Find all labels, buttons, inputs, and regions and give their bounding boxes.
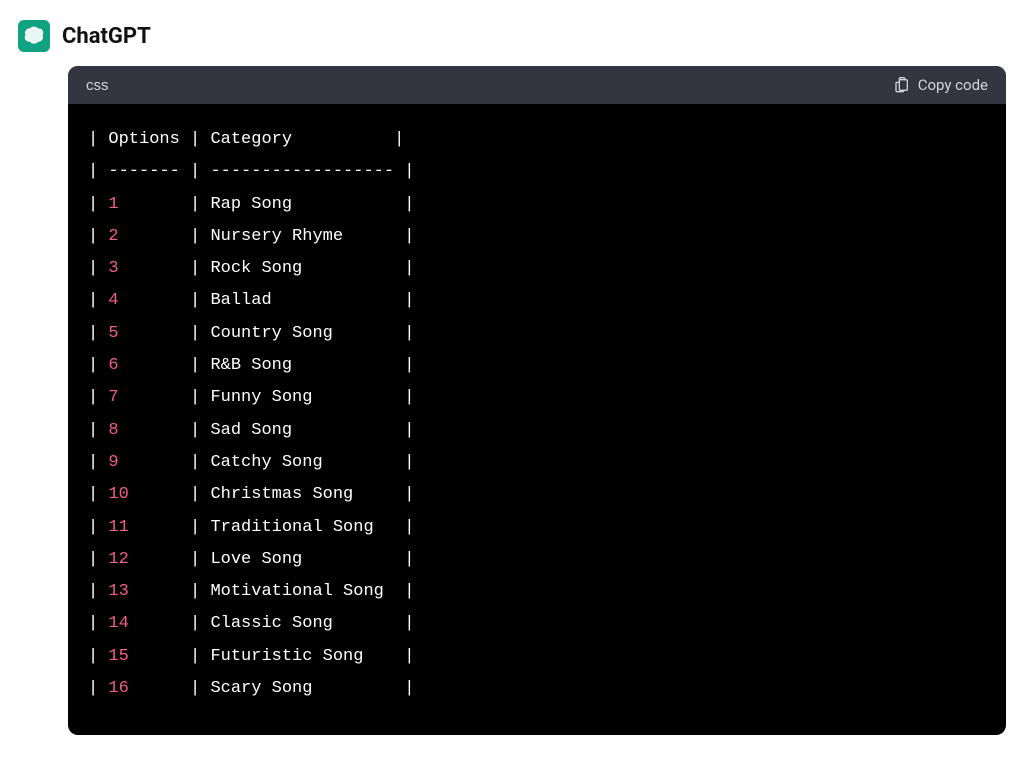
- category-name: Sad Song: [210, 421, 292, 440]
- main-container: ChatGPT css Copy code | Options | Catego…: [0, 0, 1024, 735]
- table-row: | 12 | Love Song |: [88, 544, 986, 576]
- table-row: | 11 | Traditional Song |: [88, 512, 986, 544]
- category-name: Country Song: [210, 324, 332, 343]
- option-number: 8: [108, 421, 118, 440]
- header: ChatGPT: [18, 20, 1006, 52]
- option-number: 2: [108, 227, 118, 246]
- category-name: Nursery Rhyme: [210, 227, 343, 246]
- category-name: Funny Song: [210, 388, 312, 407]
- option-number: 3: [108, 259, 118, 278]
- category-name: Ballad: [210, 291, 271, 310]
- table-row: | 6 | R&B Song |: [88, 350, 986, 382]
- option-number: 10: [108, 485, 128, 504]
- option-number: 5: [108, 324, 118, 343]
- table-divider: | ------- | ------------------ |: [88, 156, 986, 188]
- chatgpt-logo-icon: [18, 20, 50, 52]
- table-row: | 10 | Christmas Song |: [88, 479, 986, 511]
- category-name: R&B Song: [210, 356, 292, 375]
- table-row: | 9 | Catchy Song |: [88, 447, 986, 479]
- category-name: Motivational Song: [210, 582, 383, 601]
- table-row: | 14 | Classic Song |: [88, 608, 986, 640]
- table-row: | 7 | Funny Song |: [88, 382, 986, 414]
- page-title: ChatGPT: [62, 24, 151, 49]
- table-row: | 4 | Ballad |: [88, 285, 986, 317]
- category-name: Futuristic Song: [210, 647, 363, 666]
- category-name: Christmas Song: [210, 485, 353, 504]
- code-body[interactable]: | Options | Category | | ------- | -----…: [68, 104, 1006, 735]
- language-label: css: [86, 77, 109, 94]
- option-number: 1: [108, 195, 118, 214]
- option-number: 4: [108, 291, 118, 310]
- option-number: 7: [108, 388, 118, 407]
- option-number: 9: [108, 453, 118, 472]
- table-row: | 8 | Sad Song |: [88, 415, 986, 447]
- option-number: 11: [108, 518, 128, 537]
- clipboard-icon: [894, 77, 910, 93]
- option-number: 6: [108, 356, 118, 375]
- option-number: 15: [108, 647, 128, 666]
- option-number: 12: [108, 550, 128, 569]
- table-row: | 5 | Country Song |: [88, 318, 986, 350]
- table-row: | 16 | Scary Song |: [88, 673, 986, 705]
- copy-code-label: Copy code: [918, 76, 988, 94]
- option-number: 14: [108, 614, 128, 633]
- table-header: | Options | Category |: [88, 124, 986, 156]
- category-name: Rock Song: [210, 259, 302, 278]
- table-row: | 2 | Nursery Rhyme |: [88, 221, 986, 253]
- table-row: | 3 | Rock Song |: [88, 253, 986, 285]
- category-name: Scary Song: [210, 679, 312, 698]
- code-block: css Copy code | Options | Category | | -…: [68, 66, 1006, 735]
- category-name: Love Song: [210, 550, 302, 569]
- category-name: Classic Song: [210, 614, 332, 633]
- table-row: | 1 | Rap Song |: [88, 189, 986, 221]
- category-name: Traditional Song: [210, 518, 373, 537]
- category-name: Rap Song: [210, 195, 292, 214]
- table-row: | 13 | Motivational Song |: [88, 576, 986, 608]
- category-name: Catchy Song: [210, 453, 322, 472]
- code-block-header: css Copy code: [68, 66, 1006, 104]
- copy-code-button[interactable]: Copy code: [894, 76, 988, 94]
- table-row: | 15 | Futuristic Song |: [88, 641, 986, 673]
- option-number: 13: [108, 582, 128, 601]
- option-number: 16: [108, 679, 128, 698]
